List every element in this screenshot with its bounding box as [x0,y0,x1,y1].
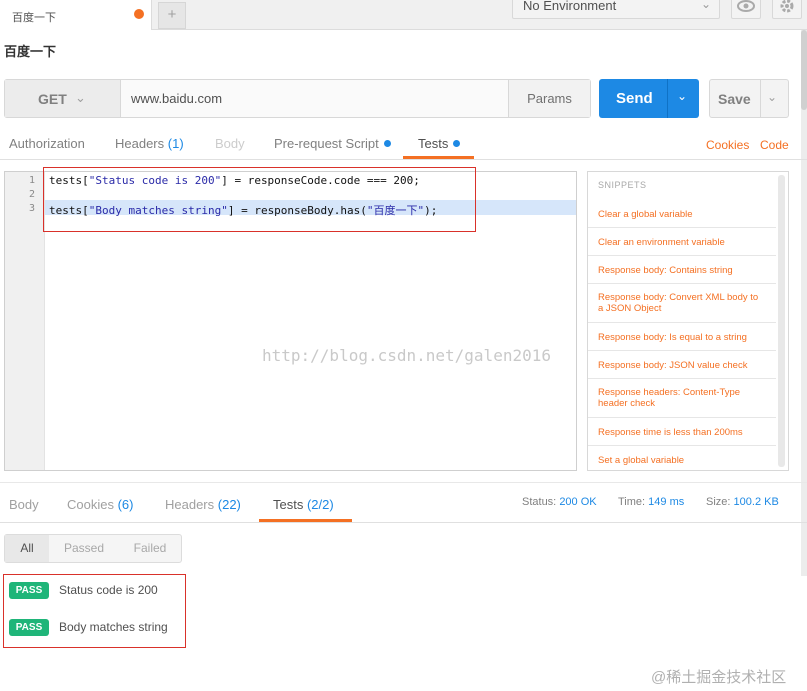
line-number-gutter: 1 2 3 [5,172,45,470]
chevron-down-icon: ⌄ [75,90,86,105]
divider [0,159,807,160]
size-label: Size: [706,496,731,508]
send-label: Send [616,90,653,107]
request-name: 百度一下 [4,44,57,59]
divider [0,482,807,483]
size-readout: Size: 100.2 KB [706,496,779,508]
time-value: 149 ms [648,496,685,508]
filter-passed-button[interactable]: Passed [55,535,113,562]
snippet-item[interactable]: Set a global variable [588,446,776,470]
chevron-down-icon[interactable]: ⌄ [677,89,687,103]
tab-label: Body [215,136,245,151]
filter-failed-button[interactable]: Failed [121,535,179,562]
tab-label: Headers [165,497,215,512]
snippets-panel: SNIPPETS Clear a global variable Clear a… [587,171,789,471]
method-label: GET [38,91,67,107]
snippet-item[interactable]: Clear a global variable [588,200,776,228]
response-tab-tests[interactable]: Tests (2/2) [273,497,334,512]
test-name: Status code is 200 [59,583,158,597]
page-scrollbar-thumb[interactable] [801,30,807,110]
environment-select[interactable]: No Environment ⌄ [512,0,720,19]
pass-badge: PASS [9,619,49,636]
snippets-title: SNIPPETS [598,180,647,190]
url-bar: GET ⌄ www.baidu.com Params [4,79,591,118]
tab-label: Body [9,497,39,512]
request-tab-label: 百度一下 [12,12,56,24]
eye-icon [737,0,755,12]
tab-label: Authorization [9,136,85,151]
gear-icon [780,0,794,13]
snippet-item[interactable]: Response body: Contains string [588,256,776,284]
status-label: Status: [522,496,557,508]
tab-pre-request-script[interactable]: Pre-request Script [274,136,391,151]
snippet-item[interactable]: Response body: JSON value check [588,351,776,379]
tab-label: Headers [115,136,165,151]
snippet-item[interactable]: Response body: Convert XML body to a JSO… [588,284,776,323]
save-divider [760,80,761,117]
snippet-item[interactable]: Response body: Is equal to a string [588,323,776,351]
params-button[interactable]: Params [508,80,590,117]
snippet-item[interactable]: Clear an environment variable [588,228,776,256]
tab-count: (22) [217,497,241,512]
line-number: 2 [28,189,35,200]
tab-label: Tests [418,136,449,151]
size-value: 100.2 KB [733,496,779,508]
tab-label: Pre-request Script [274,136,379,151]
test-name: Body matches string [59,620,168,634]
tab-count: (6) [117,497,134,512]
chevron-down-icon: ⌄ [700,0,711,11]
method-select[interactable]: GET ⌄ [5,80,121,117]
snippets-scrollbar[interactable] [778,175,785,467]
response-tab-body[interactable]: Body [9,497,39,512]
status-value: 200 OK [559,496,597,508]
url-input[interactable]: www.baidu.com [121,80,508,117]
chevron-down-icon[interactable]: ⌄ [767,90,777,104]
tab-label: Cookies [67,497,114,512]
response-tab-headers[interactable]: Headers (22) [165,497,241,512]
save-label: Save [718,91,751,107]
tab-body[interactable]: Body [215,136,245,151]
environment-label: No Environment [523,0,617,13]
dot-indicator-icon [453,140,461,147]
tab-tests[interactable]: Tests [418,136,461,151]
settings-button[interactable] [772,0,802,19]
tab-authorization[interactable]: Authorization [9,136,85,151]
pass-badge: PASS [9,582,49,599]
time-label: Time: [618,496,646,508]
tab-count: (1) [167,136,184,151]
status-readout: Status: 200 OK [522,496,597,508]
annotation-box [43,167,476,232]
new-tab-button[interactable]: + [158,2,186,29]
filter-all-button[interactable]: All [5,535,49,562]
environment-quick-look-button[interactable] [731,0,761,19]
request-tab[interactable]: 百度一下 [0,0,152,30]
cookies-link[interactable]: Cookies [706,138,749,152]
time-readout: Time: 149 ms [618,496,684,508]
watermark-text: http://blog.csdn.net/galen2016 [262,346,551,365]
send-divider [667,79,668,118]
tab-bar: 百度一下 + No Environment ⌄ [0,0,807,30]
tab-count: (2/2) [306,497,334,512]
source-watermark: @稀土掘金技术社区 [651,669,787,686]
test-filter-group: All Passed Failed [4,534,182,563]
line-number: 3 [28,203,35,214]
response-tab-cookies[interactable]: Cookies (6) [67,497,133,512]
unsaved-dot-icon [134,9,144,19]
save-button[interactable]: Save ⌄ [709,79,789,118]
snippet-item[interactable]: Response headers: Content-Type header ch… [588,379,776,418]
page-scrollbar-track[interactable] [801,30,807,576]
tab-label: Tests [273,497,304,512]
snippet-item[interactable]: Response time is less than 200ms [588,418,776,446]
tab-headers[interactable]: Headers (1) [115,136,184,151]
send-button[interactable]: Send ⌄ [599,79,699,118]
code-link[interactable]: Code [760,138,789,152]
divider [0,522,807,523]
line-number: 1 [28,175,35,186]
dot-indicator-icon [383,140,391,147]
